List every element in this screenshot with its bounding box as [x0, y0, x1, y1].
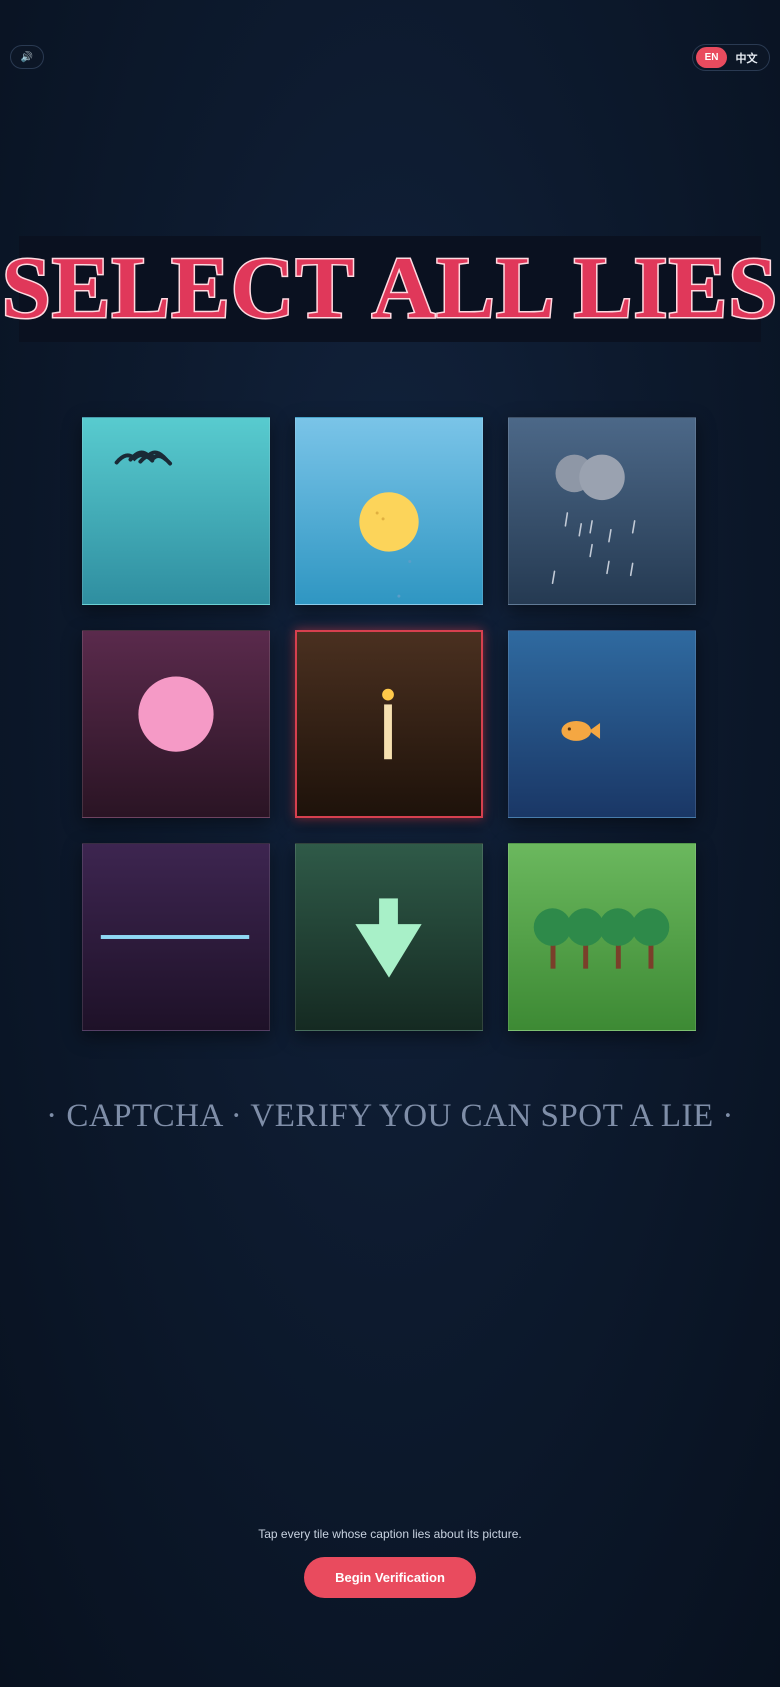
trees-icon: [533, 908, 670, 969]
captcha-grid: [82, 417, 696, 1031]
rain-cloud-icon: [551, 454, 636, 585]
candle-icon: [382, 688, 394, 760]
speaker-icon: 🔊: [20, 51, 34, 63]
page-title: SELECT ALL LIES: [0, 240, 779, 337]
down-arrow-tile[interactable]: [295, 843, 483, 1031]
lang-zh-option[interactable]: 中文: [727, 47, 766, 68]
title-banner: SELECT ALL LIES: [0, 236, 779, 342]
trees-tile[interactable]: [508, 843, 696, 1031]
line-icon: [100, 935, 250, 939]
down-arrow-icon: [355, 898, 422, 978]
language-toggle[interactable]: EN 中文: [692, 44, 770, 71]
captcha-subtitle: · CAPTCHA · VERIFY YOU CAN SPOT A LIE ·: [46, 1098, 734, 1134]
lang-en-option[interactable]: EN: [696, 47, 728, 68]
birds-icon: [114, 450, 173, 466]
pink-circle-tile[interactable]: [82, 630, 270, 818]
sun-icon: [359, 492, 419, 598]
fish-tile[interactable]: [508, 630, 696, 818]
rain-cloud-tile[interactable]: [508, 417, 696, 605]
fish-icon: [561, 721, 601, 741]
horizon-line-tile[interactable]: [82, 843, 270, 1031]
sun-tile[interactable]: [295, 417, 483, 605]
pink-circle-icon: [138, 676, 214, 752]
begin-verification-button[interactable]: Begin Verification: [304, 1557, 476, 1598]
sound-toggle-button[interactable]: 🔊: [10, 45, 44, 69]
instruction-text: Tap every tile whose caption lies about …: [258, 1527, 522, 1541]
birds-tile[interactable]: [82, 417, 270, 605]
candle-tile[interactable]: [295, 630, 483, 818]
